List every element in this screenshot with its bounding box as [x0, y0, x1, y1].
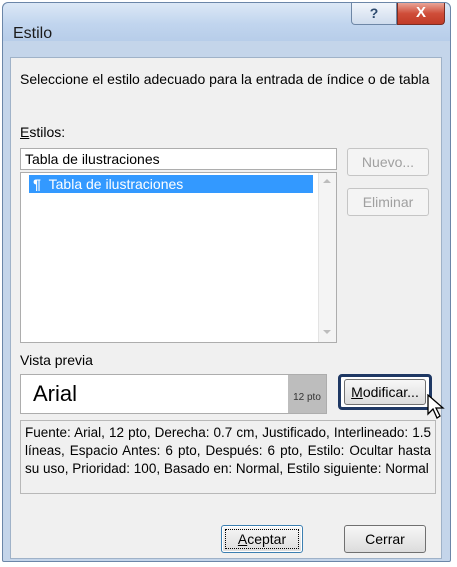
- dialog-title: Estilo: [13, 25, 53, 42]
- help-button[interactable]: ?: [351, 3, 397, 25]
- scroll-down-arrow-icon[interactable]: [323, 330, 331, 334]
- preview-label: Vista previa: [20, 352, 93, 368]
- modify-rest: odificar...: [362, 384, 419, 400]
- preview-font-size: 12 pto: [288, 375, 326, 413]
- styles-listbox[interactable]: ¶ Tabla de ilustraciones: [20, 172, 337, 343]
- list-item[interactable]: ¶ Tabla de ilustraciones: [29, 175, 313, 193]
- style-dialog: Estilo ? X Seleccione el estilo adecuado…: [2, 2, 451, 562]
- focus-rectangle: [225, 529, 299, 549]
- mouse-pointer-icon: [427, 394, 445, 419]
- preview-font-name: Arial: [33, 381, 78, 406]
- new-button[interactable]: Nuevo...: [347, 148, 429, 176]
- title-bar[interactable]: Estilo ? X: [3, 3, 450, 42]
- preview-box: Arial 12 pto: [20, 374, 327, 414]
- modify-accel: M: [351, 384, 363, 400]
- dialog-body: Seleccione el estilo adecuado para la en…: [10, 57, 445, 559]
- accept-button[interactable]: Aceptar: [221, 525, 303, 553]
- styles-label-rest: stilos:: [29, 124, 66, 140]
- instructions-text: Seleccione el estilo adecuado para la en…: [20, 71, 430, 87]
- delete-button[interactable]: Eliminar: [347, 188, 429, 216]
- cancel-button[interactable]: Cerrar: [344, 525, 426, 553]
- style-name-input[interactable]: Tabla de ilustraciones: [20, 148, 337, 170]
- close-window-button[interactable]: X: [397, 3, 445, 25]
- styles-label-accel: E: [20, 124, 30, 140]
- list-scrollbar[interactable]: [318, 173, 336, 342]
- scroll-up-arrow-icon[interactable]: [323, 179, 331, 183]
- paragraph-style-icon: ¶: [33, 176, 41, 192]
- list-item-label: Tabla de ilustraciones: [48, 176, 184, 192]
- modify-button[interactable]: Modificar...: [344, 379, 426, 405]
- styles-label: Estilos:: [20, 124, 65, 140]
- style-description: Fuente: Arial, 12 pto, Derecha: 0.7 cm, …: [20, 420, 436, 494]
